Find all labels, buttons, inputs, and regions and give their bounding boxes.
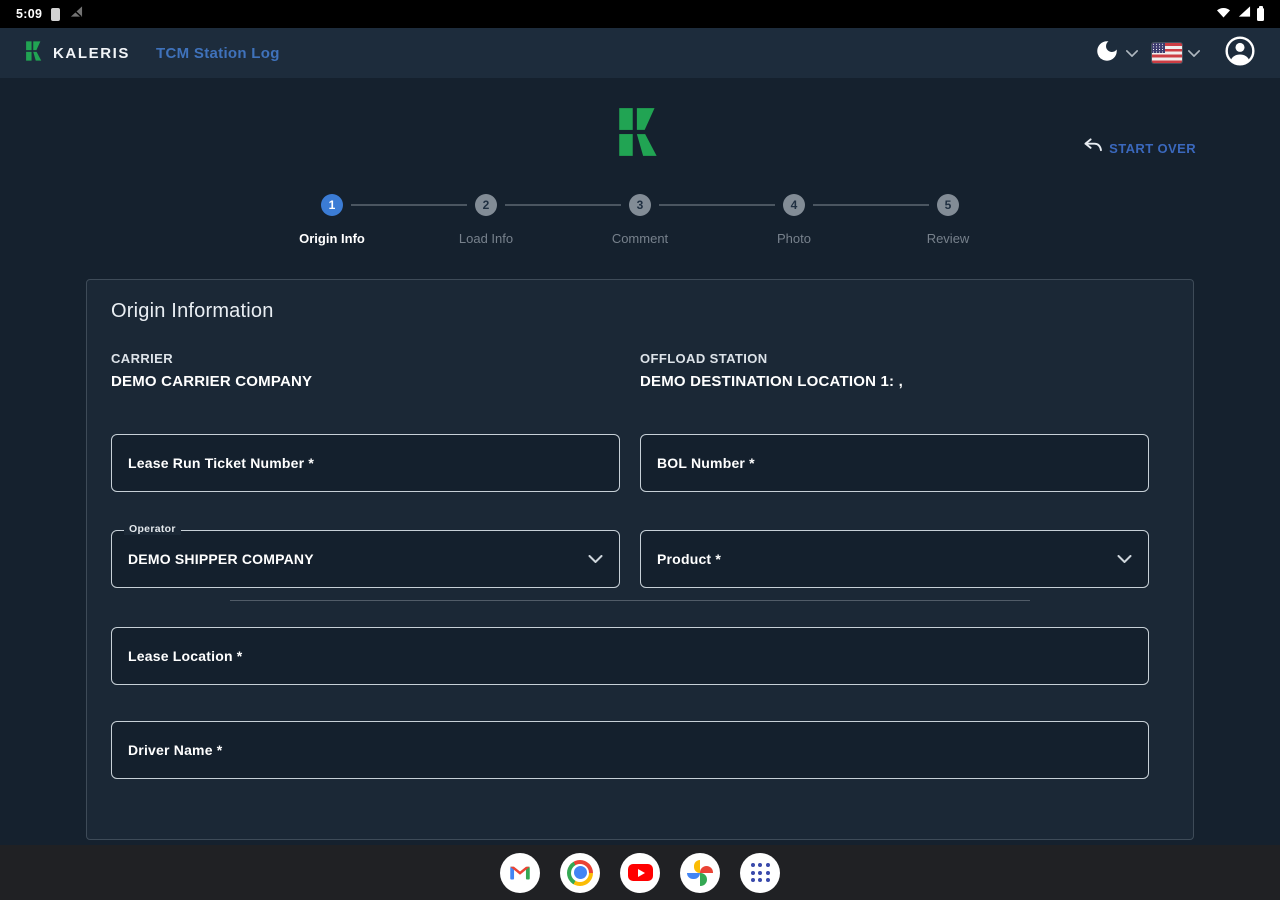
field-label: Lease Location *: [128, 648, 242, 664]
google-photos-app-icon[interactable]: [680, 853, 720, 893]
lease-location-input[interactable]: Lease Location *: [111, 627, 1149, 685]
android-status-bar: 5:09: [0, 0, 1280, 28]
chevron-down-icon: [588, 555, 603, 563]
step-review[interactable]: 5 Review: [871, 194, 1025, 246]
kaleris-logo-icon: [24, 40, 45, 67]
step-label: Review: [871, 231, 1025, 246]
chrome-app-icon[interactable]: [560, 853, 600, 893]
card-title: Origin Information: [111, 300, 1149, 323]
brand-name: KALERIS: [53, 45, 130, 62]
account-circle-icon: [1224, 35, 1256, 72]
undo-arrow-icon: [1082, 138, 1104, 158]
product-select[interactable]: Product *: [640, 530, 1149, 588]
lease-run-ticket-number-input[interactable]: Lease Run Ticket Number *: [111, 434, 620, 492]
language-selector[interactable]: [1152, 43, 1200, 63]
clock: 5:09: [16, 7, 42, 21]
youtube-app-icon[interactable]: [620, 853, 660, 893]
origin-information-card: Origin Information CARRIER DEMO CARRIER …: [86, 279, 1194, 840]
step-number: 3: [629, 194, 651, 216]
chevron-down-icon: [1188, 44, 1200, 62]
carrier-info: CARRIER DEMO CARRIER COMPANY: [111, 351, 620, 390]
kaleris-brand[interactable]: KALERIS: [24, 40, 130, 67]
theme-selector[interactable]: [1094, 38, 1138, 69]
step-label: Photo: [717, 231, 871, 246]
offload-station-label: OFFLOAD STATION: [640, 351, 1149, 366]
chevron-down-icon: [1126, 44, 1138, 62]
step-number: 1: [321, 194, 343, 216]
field-label: Product *: [657, 551, 721, 567]
apps-grid-icon: [751, 863, 770, 882]
youtube-logo-icon: [628, 864, 653, 882]
us-flag-icon: [1152, 43, 1182, 63]
carrier-label: CARRIER: [111, 351, 620, 366]
step-comment[interactable]: 3 Comment: [563, 194, 717, 246]
operator-floating-label: Operator: [124, 523, 181, 535]
muted-notification-icon: [69, 5, 83, 23]
driver-name-input[interactable]: Driver Name *: [111, 721, 1149, 779]
offload-station-value: DEMO DESTINATION LOCATION 1: ,: [640, 373, 1149, 390]
carrier-value: DEMO CARRIER COMPANY: [111, 373, 620, 390]
form-divider: [230, 600, 1029, 601]
field-label: BOL Number *: [657, 455, 755, 471]
start-over-button[interactable]: START OVER: [1082, 138, 1196, 158]
dark-mode-moon-icon: [1094, 38, 1120, 69]
offload-station-info: OFFLOAD STATION DEMO DESTINATION LOCATIO…: [640, 351, 1149, 390]
photos-pinwheel-icon: [687, 860, 713, 886]
wifi-icon: [1216, 5, 1231, 23]
step-number: 2: [475, 194, 497, 216]
step-label: Comment: [563, 231, 717, 246]
operator-value: DEMO SHIPPER COMPANY: [128, 551, 314, 567]
field-label: Lease Run Ticket Number *: [128, 455, 314, 471]
step-number: 5: [937, 194, 959, 216]
step-load-info[interactable]: 2 Load Info: [409, 194, 563, 246]
chrome-logo-icon: [567, 860, 593, 886]
chevron-down-icon: [1117, 555, 1132, 563]
notification-icon: [51, 8, 60, 21]
account-button[interactable]: [1224, 35, 1256, 72]
battery-icon: [1257, 8, 1264, 21]
main-content: START OVER 1 Origin Info 2 Load Info 3 C…: [0, 78, 1280, 845]
wizard-stepper: 1 Origin Info 2 Load Info 3 Comment 4 Ph…: [255, 194, 1025, 246]
start-over-label: START OVER: [1109, 141, 1196, 156]
step-label: Load Info: [409, 231, 563, 246]
page-title: TCM Station Log: [156, 45, 280, 62]
bol-number-input[interactable]: BOL Number *: [640, 434, 1149, 492]
step-label: Origin Info: [255, 231, 409, 246]
gmail-app-icon[interactable]: [500, 853, 540, 893]
field-label: Driver Name *: [128, 742, 222, 758]
android-taskbar: [0, 845, 1280, 900]
step-number: 4: [783, 194, 805, 216]
all-apps-button[interactable]: [740, 853, 780, 893]
step-photo[interactable]: 4 Photo: [717, 194, 871, 246]
step-origin-info[interactable]: 1 Origin Info: [255, 194, 409, 246]
cellular-signal-icon: [1237, 5, 1251, 23]
operator-select[interactable]: Operator DEMO SHIPPER COMPANY: [111, 530, 620, 588]
app-bar: KALERIS TCM Station Log: [0, 28, 1280, 78]
